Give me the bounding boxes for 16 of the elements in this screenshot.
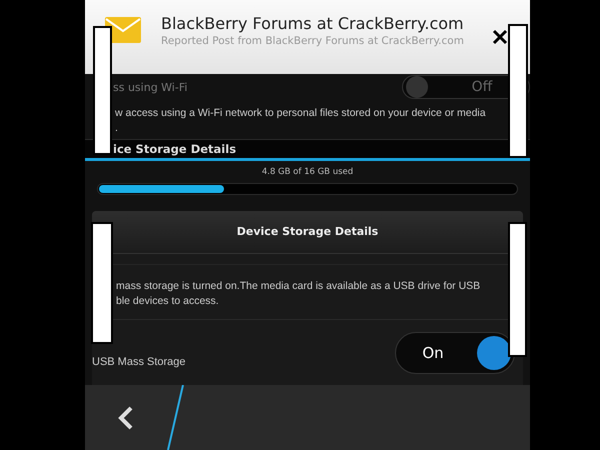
notification-subtitle: Reported Post from BlackBerry Forums at CrackBerry.com bbox=[161, 34, 465, 46]
notification-banner[interactable]: BlackBerry Forums at CrackBerry.com Reported Post from BlackBerry Forums at CrackBerry.com bbox=[85, 0, 530, 74]
storage-reading: 4.8 GB of 16 GB used bbox=[262, 167, 354, 177]
back-icon[interactable] bbox=[118, 406, 134, 430]
description-text: ble devices to access. bbox=[116, 294, 219, 309]
notification-title: BlackBerry Forums at CrackBerry.com bbox=[161, 14, 465, 32]
dialog-title: Device Storage Details bbox=[92, 211, 523, 254]
setting-label: ss using Wi-Fi bbox=[113, 80, 188, 94]
toggle-switch[interactable]: On bbox=[395, 332, 515, 374]
accent-line bbox=[166, 385, 186, 450]
section-header: ice Storage Details bbox=[85, 140, 530, 161]
description-text: w access using a Wi-Fi network to personal files stored on your device or media bbox=[115, 106, 486, 120]
close-icon[interactable] bbox=[492, 29, 508, 45]
description-text: . bbox=[115, 120, 118, 136]
setting-label: USB Mass Storage bbox=[92, 354, 186, 368]
description-text: mass storage is turned on.The media card is available as a USB drive for USB bbox=[116, 279, 480, 294]
